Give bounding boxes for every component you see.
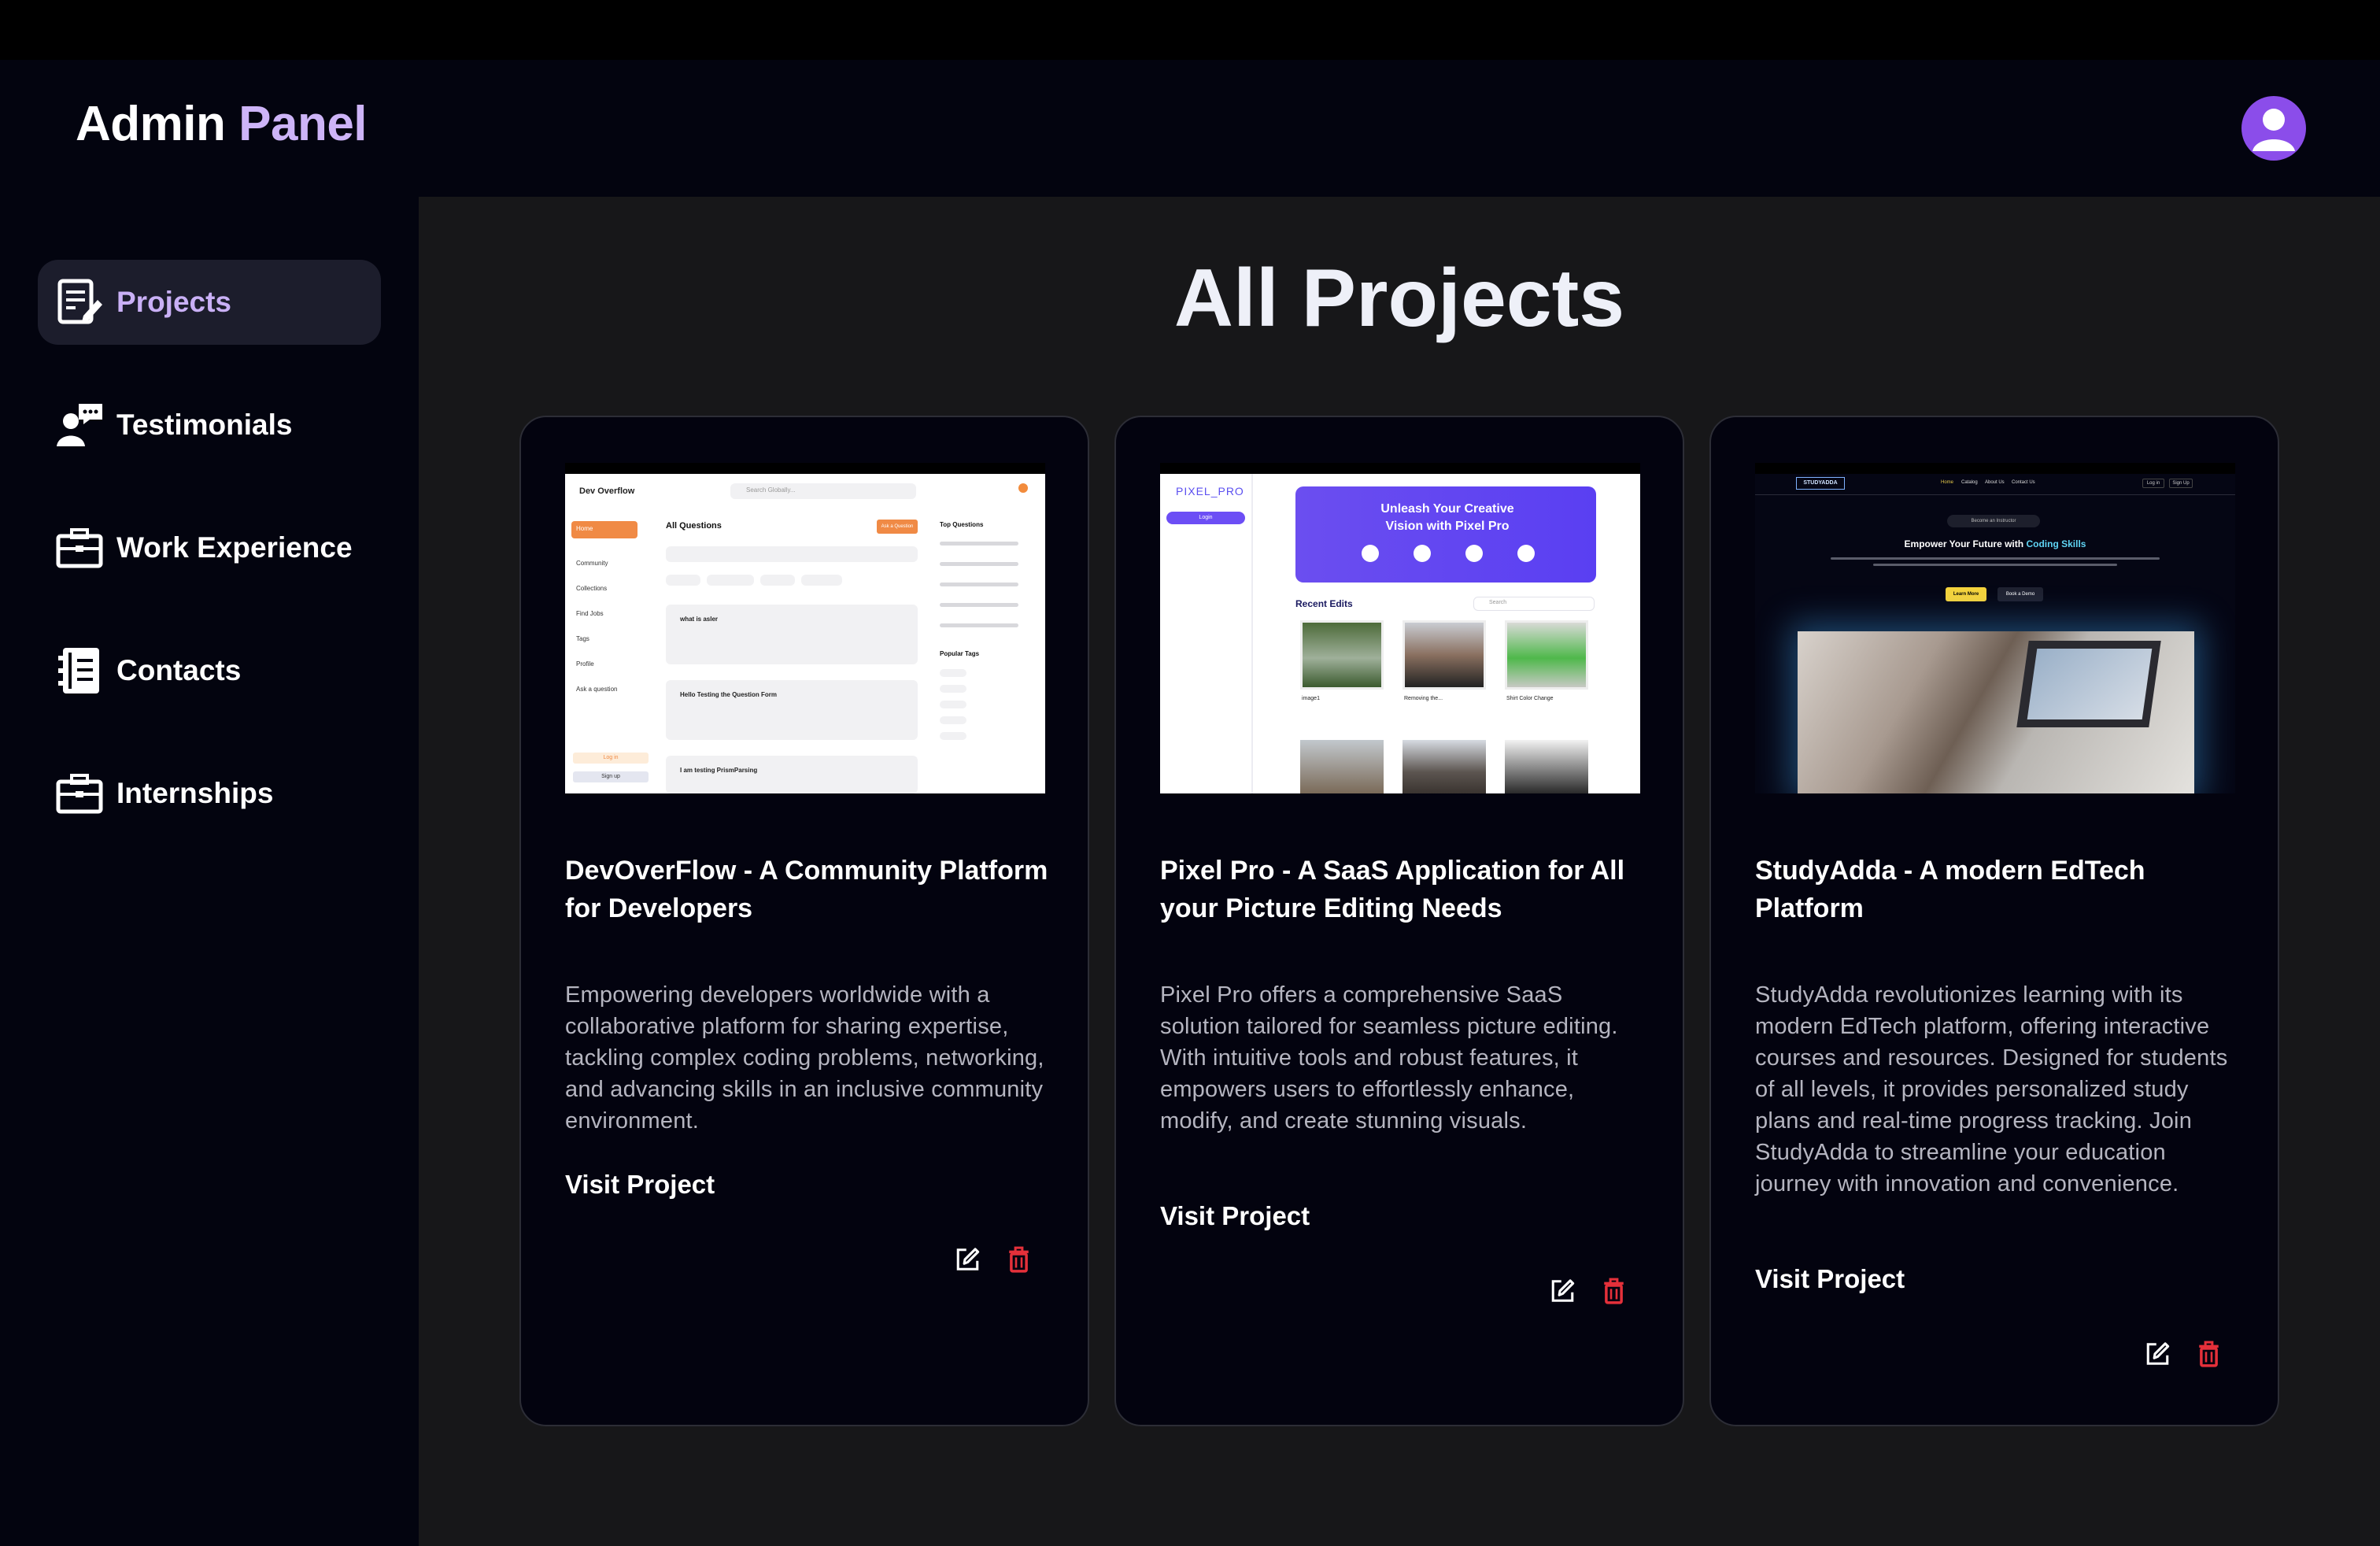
sidebar-item-work-experience[interactable]: Work Experience (38, 505, 381, 590)
project-title: DevOverFlow - A Community Platform for D… (565, 856, 1048, 923)
sidebar: Projects Testimonials Work Experience Co… (0, 197, 419, 1546)
project-card-devoverflow: Dev Overflow Search Globally... Home Com… (519, 416, 1089, 1426)
briefcase-icon (55, 523, 104, 572)
project-card-pixelpro: PIXEL_PRO Login Unleash Your Creative Vi… (1114, 416, 1684, 1426)
thumb-logo: PIXEL_PRO (1176, 485, 1244, 497)
briefcase-icon (55, 769, 104, 818)
visit-project-link[interactable]: Visit Project (565, 1170, 715, 1200)
edit-icon[interactable] (1549, 1275, 1576, 1307)
visit-project-link[interactable]: Visit Project (1160, 1201, 1310, 1231)
card-actions (2144, 1338, 2223, 1373)
project-card-studyadda: STUDYADDA Home Catalog About Us Contact … (1709, 416, 2279, 1426)
thumb-heading: All Questions (666, 521, 722, 531)
thumb-search: Search Globally... (746, 486, 796, 494)
edit-icon[interactable] (954, 1244, 981, 1275)
visit-project-link[interactable]: Visit Project (1755, 1264, 1905, 1294)
project-thumbnail[interactable]: STUDYADDA Home Catalog About Us Contact … (1755, 463, 2235, 793)
edit-icon[interactable] (2144, 1338, 2171, 1370)
delete-icon[interactable] (1005, 1244, 1033, 1275)
project-thumbnail[interactable]: Dev Overflow Search Globally... Home Com… (565, 463, 1045, 793)
delete-icon[interactable] (2195, 1338, 2223, 1370)
window-top-bar (0, 0, 2380, 60)
delete-icon[interactable] (1600, 1275, 1628, 1307)
thumb-heading: Recent Edits (1295, 598, 1353, 609)
sidebar-item-label: Internships (116, 777, 274, 809)
thumb-logo: Dev Overflow (579, 486, 635, 496)
project-description: Pixel Pro offers a comprehensive SaaS so… (1160, 982, 1618, 1134)
card-actions (954, 1244, 1033, 1278)
thumb-banner: Unleash Your Creative Vision with Pixel … (1380, 502, 1514, 533)
thumb-logo: STUDYADDA (1796, 477, 1845, 490)
app-title-accent: Panel (238, 97, 368, 151)
sidebar-item-label: Work Experience (116, 531, 353, 564)
app-title: Admin Panel (76, 96, 368, 152)
project-thumbnail[interactable]: PIXEL_PRO Login Unleash Your Creative Vi… (1160, 463, 1640, 793)
sidebar-item-label: Contacts (116, 654, 242, 686)
sidebar-item-label: Projects (116, 286, 232, 318)
document-edit-icon (55, 278, 104, 327)
user-avatar[interactable] (2241, 96, 2306, 161)
project-description: Empowering developers worldwide with a c… (565, 982, 1044, 1134)
project-title: StudyAdda - A modern EdTech Platform (1755, 856, 2145, 923)
project-title: Pixel Pro - A SaaS Application for All y… (1160, 856, 1625, 923)
sidebar-item-label: Testimonials (116, 409, 293, 441)
sidebar-item-internships[interactable]: Internships (38, 751, 381, 836)
app-title-main: Admin (76, 97, 226, 151)
thumb-headline: Empower Your Future with Coding Skills (1904, 538, 2086, 549)
user-speech-icon (55, 401, 104, 449)
contact-book-icon (55, 646, 104, 695)
project-description: StudyAdda revolutionizes learning with i… (1755, 982, 2228, 1196)
user-icon (2252, 109, 2295, 151)
sidebar-item-testimonials[interactable]: Testimonials (38, 383, 381, 468)
card-actions (1549, 1275, 1628, 1310)
sidebar-item-projects[interactable]: Projects (38, 260, 381, 345)
page-title: All Projects (1173, 253, 1625, 344)
sidebar-item-contacts[interactable]: Contacts (38, 628, 381, 713)
